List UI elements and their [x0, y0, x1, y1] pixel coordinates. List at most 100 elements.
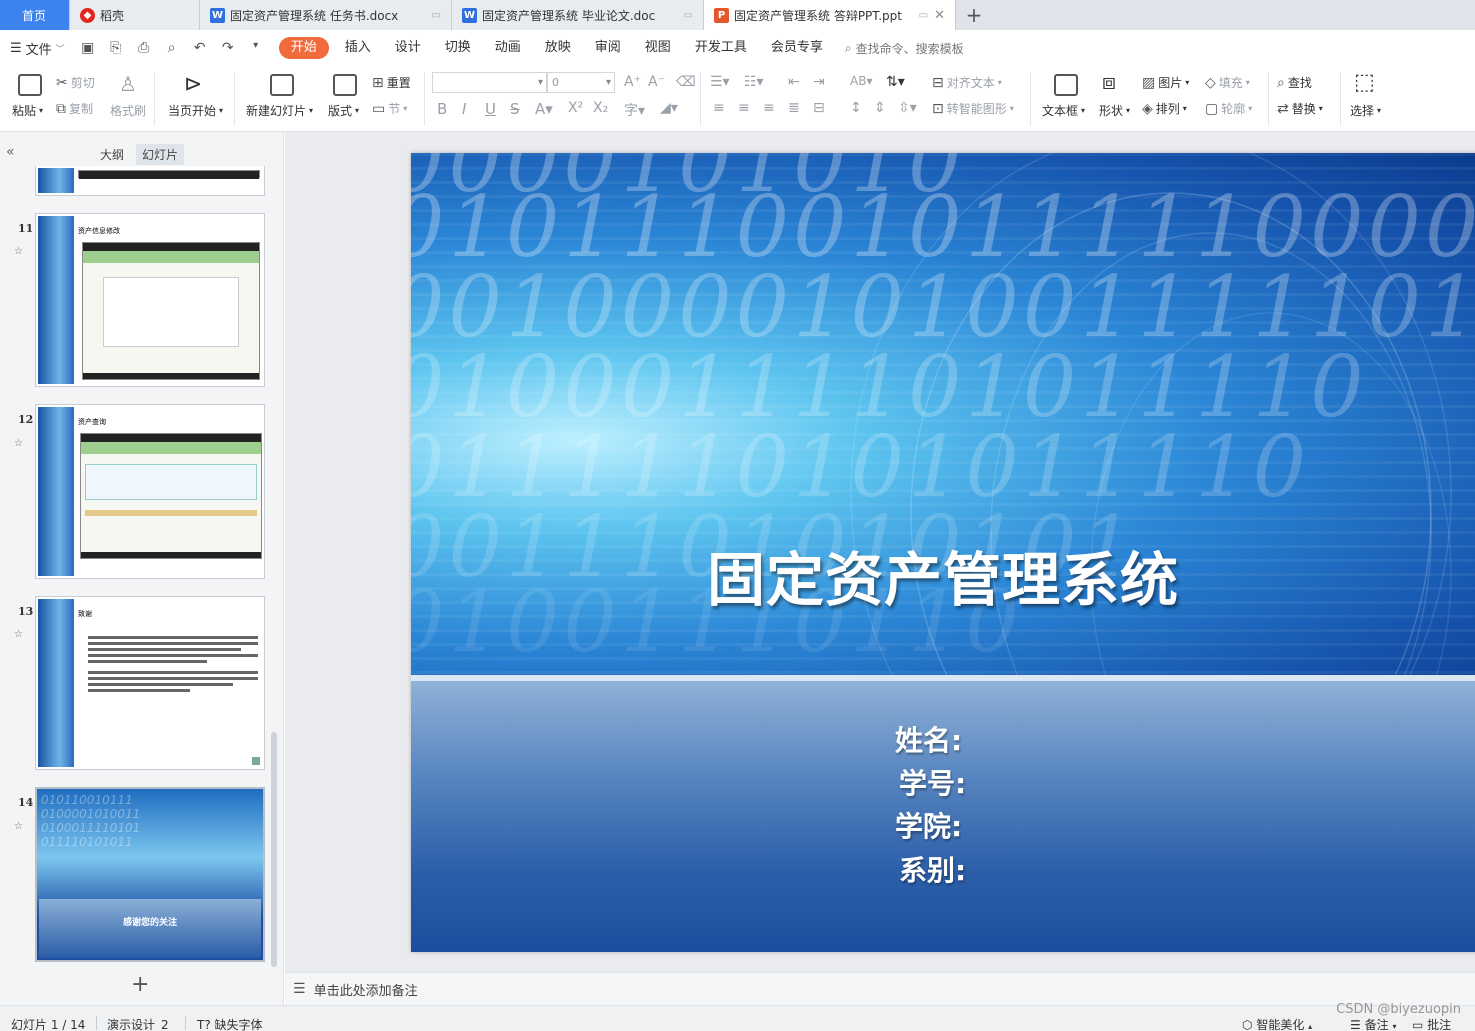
paragraph-spacing-icon[interactable]: ⇕: [874, 100, 886, 116]
save-icon[interactable]: ▣: [79, 40, 97, 56]
panel-scrollbar[interactable]: [271, 732, 277, 967]
student-id-field[interactable]: 学号:: [899, 762, 966, 802]
tab-defense-ppt[interactable]: P 固定资产管理系统 答辩PPT.ppt ▭ ✕: [704, 0, 956, 30]
menu-transition[interactable]: 切换: [433, 37, 483, 59]
more-icon[interactable]: ▾: [247, 40, 265, 56]
notes-toggle-button[interactable]: ☰ 备注 ▾: [1350, 1016, 1396, 1031]
font-color-icon[interactable]: A▾: [535, 100, 553, 118]
menu-view[interactable]: 视图: [633, 37, 683, 59]
font-shrink-icon[interactable]: A⁻: [648, 74, 665, 90]
subscript-icon[interactable]: X₂: [593, 100, 608, 116]
menu-design[interactable]: 设计: [383, 37, 433, 59]
slide[interactable]: 0000101010 0101110010111110000 001000010…: [411, 153, 1475, 952]
smart-beautify-button[interactable]: ⬡ 智能美化 ▴: [1242, 1016, 1312, 1031]
shape-button[interactable]: 形状 ▾: [1099, 102, 1130, 119]
distribute-icon[interactable]: ⊟: [813, 100, 825, 116]
slide-thumbnail[interactable]: 资产查询: [35, 404, 265, 579]
slide-thumbnail[interactable]: 致谢: [35, 596, 265, 770]
slide-thumbnail[interactable]: [35, 166, 265, 196]
slide-thumbnail[interactable]: 资产信息修改: [35, 213, 265, 387]
line-spacing-icon[interactable]: ↕: [850, 100, 862, 116]
font-grow-icon[interactable]: A⁺: [624, 74, 641, 90]
slide-thumbnail-current[interactable]: 010110010111 0100001010011 0100011110101 01…: [35, 787, 265, 962]
section-button[interactable]: ▭ 节 ▾: [372, 100, 407, 117]
align-left-icon[interactable]: ≡: [713, 100, 725, 116]
superscript-icon[interactable]: X²: [568, 100, 583, 116]
menu-review[interactable]: 审阅: [583, 37, 633, 59]
command-search[interactable]: ⌕ 查找命令、搜索模板: [845, 40, 964, 57]
indent-icon[interactable]: ⇥: [813, 74, 825, 90]
cut-button[interactable]: ✂ 剪切: [56, 74, 95, 91]
justify-icon[interactable]: ≣: [788, 100, 800, 116]
layout-button[interactable]: 版式 ▾: [328, 102, 359, 119]
collapse-icon[interactable]: «: [6, 144, 15, 160]
column-icon[interactable]: ⇳▾: [898, 100, 917, 116]
font-size-select[interactable]: 0: [547, 72, 615, 93]
export-icon[interactable]: ⎘: [107, 40, 125, 56]
align-right-icon[interactable]: ≡: [763, 100, 775, 116]
tab-task-doc-label: 固定资产管理系统 任务书.docx: [230, 8, 399, 23]
numbered-list-icon[interactable]: ☷▾: [744, 74, 764, 90]
comments-button[interactable]: ▭ 批注: [1412, 1016, 1451, 1031]
bold-icon[interactable]: B: [437, 100, 447, 118]
find-button[interactable]: ⌕ 查找: [1277, 74, 1312, 91]
format-painter-button[interactable]: 格式刷: [110, 102, 146, 119]
smart-shape-button[interactable]: ⊡ 转智能图形 ▾: [932, 100, 1014, 117]
underline-icon[interactable]: U: [485, 100, 496, 118]
menu-slideshow[interactable]: 放映: [533, 37, 583, 59]
add-slide-button[interactable]: +: [131, 972, 149, 997]
notes-bar[interactable]: ☰ 单击此处添加备注: [285, 972, 1475, 1005]
close-icon[interactable]: ✕: [934, 8, 945, 23]
font-name-select[interactable]: [432, 72, 547, 93]
redo-icon[interactable]: ↷: [219, 40, 237, 56]
sort-icon[interactable]: ⇅▾: [886, 74, 905, 90]
bullet-list-icon[interactable]: ☰▾: [710, 74, 730, 90]
department-field[interactable]: 系别:: [899, 849, 966, 889]
reset-button[interactable]: ⊞ 重置: [372, 74, 411, 91]
tab-outline[interactable]: 大纲: [94, 144, 130, 165]
new-slide-button[interactable]: 新建幻灯片 ▾: [246, 102, 313, 119]
outdent-icon[interactable]: ⇤: [788, 74, 800, 90]
paste-button[interactable]: 粘贴 ▾: [12, 102, 43, 119]
undo-icon[interactable]: ↶: [191, 40, 209, 56]
slide-title[interactable]: 固定资产管理系统: [707, 533, 1179, 617]
outline-button[interactable]: ▢ 轮廓 ▾: [1205, 100, 1252, 117]
select-button[interactable]: 选择 ▾: [1350, 102, 1381, 119]
menu-animation[interactable]: 动画: [483, 37, 533, 59]
menu-developer[interactable]: 开发工具: [683, 37, 759, 59]
menu-insert[interactable]: 插入: [333, 37, 383, 59]
notes-placeholder: 单击此处添加备注: [313, 983, 418, 999]
italic-icon[interactable]: I: [462, 100, 466, 118]
tab-slides[interactable]: 幻灯片: [136, 144, 185, 165]
menu-home[interactable]: 开始: [278, 37, 329, 59]
tab-home[interactable]: 首页: [0, 0, 70, 30]
missing-font-button[interactable]: T? 缺失字体: [197, 1016, 263, 1031]
copy-button[interactable]: ⧉ 复制: [56, 100, 93, 117]
arrange-button[interactable]: ◈ 排列 ▾: [1142, 100, 1187, 117]
file-menu[interactable]: ☰ 文件 ﹀: [10, 39, 65, 58]
tab-thesis-doc[interactable]: W 固定资产管理系统 毕业论文.doc ▭: [452, 0, 704, 30]
align-text-button[interactable]: ⊟ 对齐文本 ▾: [932, 74, 1002, 91]
highlight-icon[interactable]: ◢▾: [660, 100, 678, 116]
picture-button[interactable]: ▨ 图片 ▾: [1142, 74, 1189, 91]
phonetic-icon[interactable]: 字▾: [624, 100, 645, 120]
strikethrough-icon[interactable]: S: [510, 100, 520, 118]
tab-daoke[interactable]: ◆ 稻壳: [70, 0, 200, 30]
tab-task-doc[interactable]: W 固定资产管理系统 任务书.docx ▭: [200, 0, 452, 30]
replace-button[interactable]: ⇄ 替换 ▾: [1277, 100, 1323, 117]
text-direction-icon[interactable]: AB▾: [850, 74, 872, 88]
menu-member[interactable]: 会员专享: [759, 37, 835, 59]
new-tab-button[interactable]: +: [956, 0, 992, 30]
fill-button[interactable]: ◇ 填充 ▾: [1205, 74, 1250, 91]
align-center-icon[interactable]: ≡: [738, 100, 750, 116]
picture-label: 图片: [1158, 76, 1183, 90]
textbox-button[interactable]: 文本框 ▾: [1042, 102, 1085, 119]
from-current-button[interactable]: 当页开始 ▾: [168, 102, 223, 119]
clear-format-icon[interactable]: ⌫: [676, 74, 696, 90]
theme-name[interactable]: 演示设计_2: [107, 1016, 169, 1031]
preview-icon[interactable]: ⌕: [163, 40, 181, 56]
name-field[interactable]: 姓名:: [895, 719, 962, 759]
print-icon[interactable]: ⎙: [135, 40, 153, 56]
college-field[interactable]: 学院:: [895, 805, 962, 845]
thumb-title: 致谢: [78, 610, 92, 618]
